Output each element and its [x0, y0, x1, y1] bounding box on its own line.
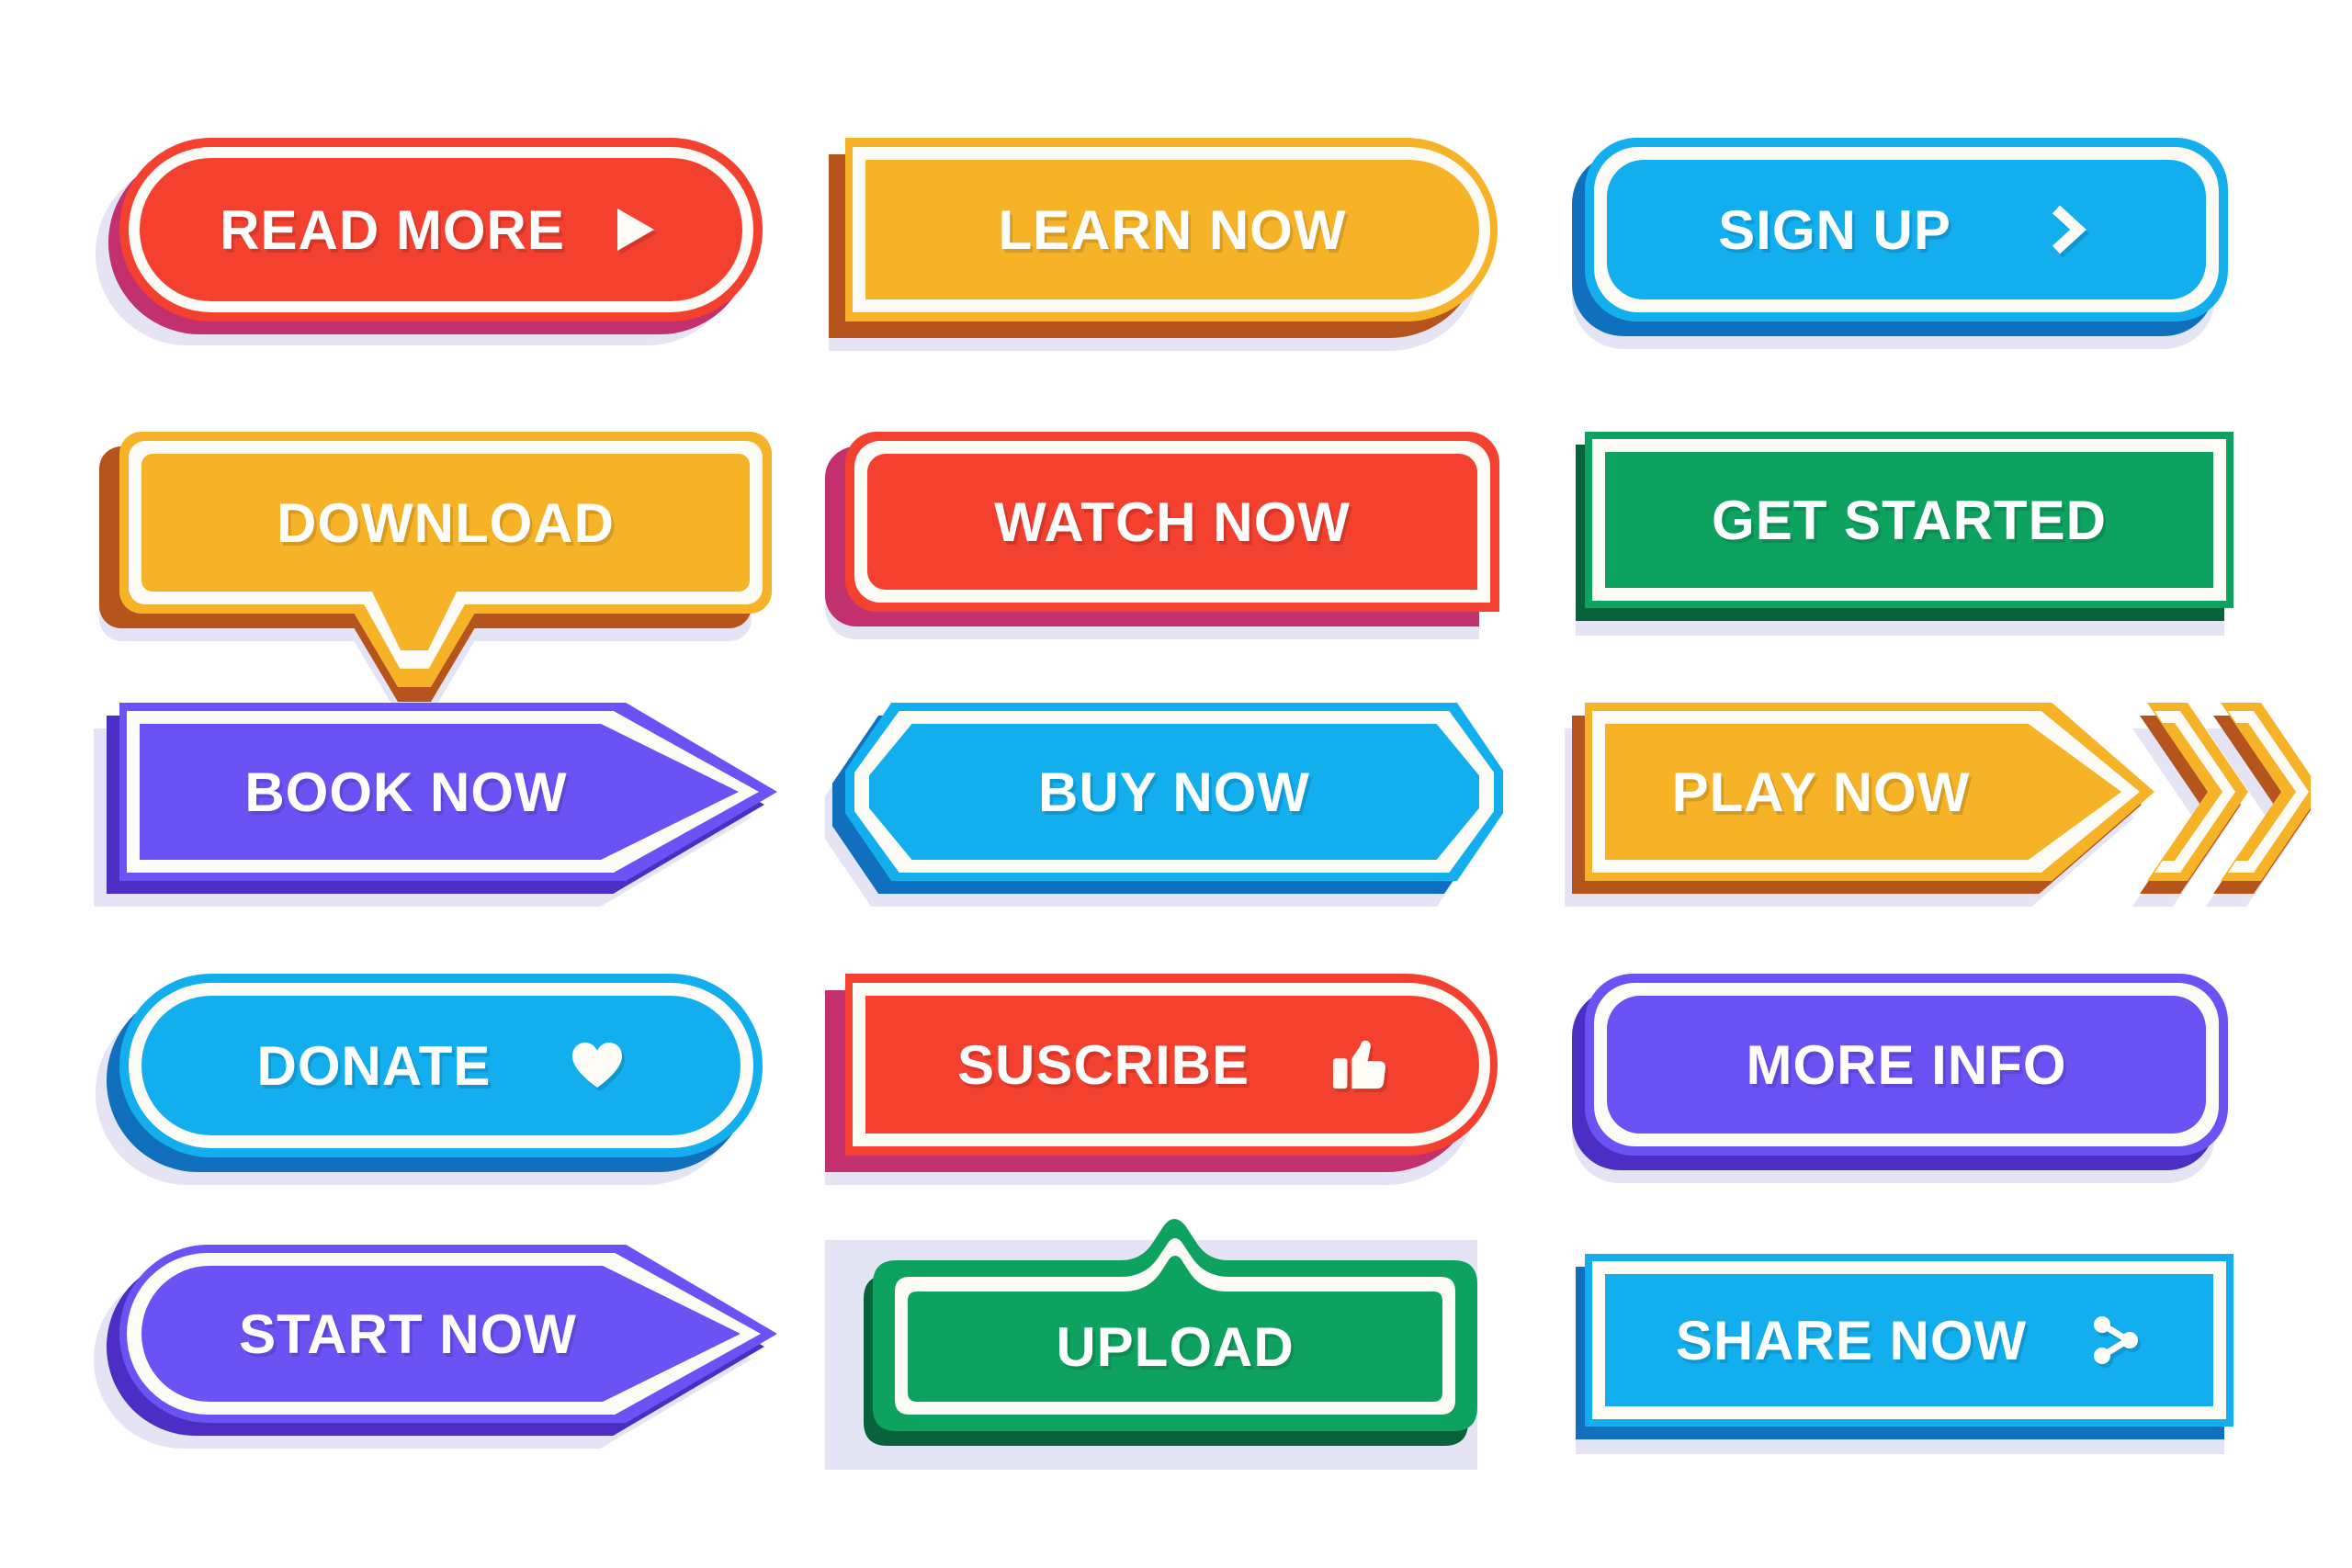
- button-buy-now[interactable]: BUY NOW: [825, 703, 1507, 932]
- button-play-now[interactable]: PLAY NOW: [1565, 703, 2322, 932]
- more-info-fill: [1607, 996, 2206, 1134]
- sign-up-fill: [1607, 160, 2206, 299]
- button-share-now[interactable]: SHARE NOW: [1576, 1254, 2246, 1483]
- share-now-fill: [1605, 1274, 2213, 1406]
- button-suscribe[interactable]: SUSCRIBE: [825, 974, 1507, 1203]
- button-more-info[interactable]: MORE INFO: [1572, 974, 2246, 1203]
- button-sign-up[interactable]: SIGN UP: [1572, 138, 2246, 367]
- suscribe-fill: [865, 996, 1479, 1134]
- button-get-started[interactable]: GET STARTED: [1576, 432, 2246, 661]
- button-watch-now[interactable]: WATCH NOW: [825, 432, 1507, 661]
- button-download[interactable]: DOWNLOAD: [99, 432, 781, 715]
- upload-shape: [845, 1213, 1525, 1488]
- get-started-fill: [1605, 452, 2213, 588]
- donate-fill: [141, 996, 741, 1135]
- button-read-more[interactable]: READ MORE: [96, 138, 781, 367]
- read-more-fill: [140, 158, 742, 301]
- watch-now-fill: [867, 454, 1477, 590]
- play-now-fill: [1605, 724, 2121, 860]
- download-fill: [141, 454, 750, 592]
- button-book-now[interactable]: BOOK NOW: [94, 703, 781, 932]
- button-collection-board: READ MORE LEARN NOW SIGN UP DOWNLOAD WAT…: [0, 0, 2352, 1568]
- button-learn-now[interactable]: LEARN NOW: [829, 138, 1507, 367]
- button-start-now[interactable]: START NOW: [94, 1245, 781, 1474]
- learn-now-fill: [865, 160, 1479, 299]
- button-upload[interactable]: UPLOAD: [825, 1213, 1507, 1488]
- button-donate[interactable]: DONATE: [96, 974, 781, 1203]
- buy-now-fill: [869, 724, 1479, 860]
